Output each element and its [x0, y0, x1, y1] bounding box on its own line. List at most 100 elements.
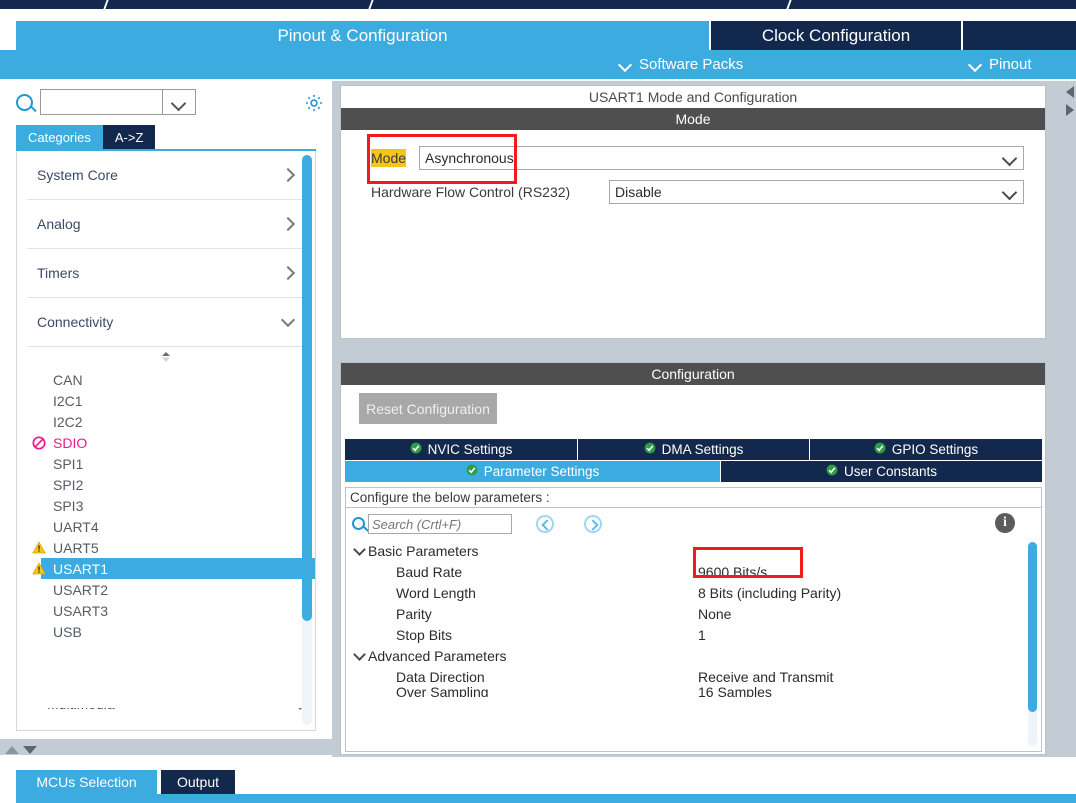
param-parity-name: Parity: [396, 605, 432, 622]
pinout-menu[interactable]: Pinout: [970, 56, 1032, 73]
category-system-core-label: System Core: [37, 167, 118, 183]
cubemx-window: Pinout & Configuration Clock Configurati…: [0, 0, 1076, 803]
tab-output[interactable]: Output: [161, 770, 235, 794]
peripheral-uart5[interactable]: UART5: [17, 537, 315, 558]
sort-updown-icon[interactable]: [17, 347, 315, 367]
param-data-direction-value: Receive and Transmit: [698, 668, 834, 685]
blocked-icon: [31, 435, 47, 451]
collapse-up-icon[interactable]: [4, 742, 20, 760]
configure-parameters-message: Configure the below parameters :: [345, 487, 1042, 508]
peripheral-spi1[interactable]: SPI1: [17, 453, 315, 474]
peripheral-can[interactable]: CAN: [17, 369, 315, 390]
peripheral-uart4[interactable]: UART4: [17, 516, 315, 537]
circle-right-arrow-icon[interactable]: [584, 515, 602, 533]
parameter-search-input[interactable]: [368, 514, 512, 534]
sub-toolbar: Software Packs Pinout: [0, 50, 1076, 79]
category-connectivity[interactable]: Connectivity: [27, 298, 305, 347]
tab-parameter-settings-label: Parameter Settings: [483, 464, 600, 479]
expand-down-icon[interactable]: [22, 742, 38, 760]
panel-resize-bar[interactable]: [0, 739, 332, 755]
parameters-area: i Basic Parameters Baud Rate 9600 Bits/s…: [345, 508, 1042, 752]
category-search-row: [0, 89, 332, 119]
info-icon[interactable]: i: [995, 513, 1015, 533]
param-parity-value: None: [698, 605, 732, 622]
tab-nvic-settings[interactable]: NVIC Settings: [345, 439, 577, 460]
tab-categories[interactable]: Categories: [16, 125, 103, 149]
check-circle-icon: [466, 464, 478, 479]
hardware-flow-control-select[interactable]: Disable: [609, 180, 1024, 204]
group-advanced-parameters[interactable]: Advanced Parameters: [346, 645, 1041, 666]
chevron-down-icon: [354, 651, 368, 661]
category-search-dropdown-button[interactable]: [163, 89, 196, 115]
peripheral-spi2[interactable]: SPI2: [17, 474, 315, 495]
peripheral-spi3[interactable]: SPI3: [17, 495, 315, 516]
peripheral-i2c2[interactable]: I2C2: [17, 411, 315, 432]
parameters-scrollbar[interactable]: [1028, 542, 1037, 746]
configuration-tabs-row-1: NVIC Settings DMA Settings GPIO Settings: [345, 439, 1042, 460]
peripheral-i2c1[interactable]: I2C1: [17, 390, 315, 411]
peripheral-usart2[interactable]: USART2: [17, 579, 315, 600]
category-connectivity-label: Connectivity: [37, 314, 114, 330]
mode-select-value: Asynchronous: [425, 150, 514, 166]
expand-right-icon[interactable]: [1065, 103, 1075, 122]
tab-a-to-z[interactable]: A->Z: [102, 125, 156, 149]
collapse-left-icon[interactable]: [1065, 85, 1075, 104]
param-row-parity[interactable]: Parity None: [346, 603, 1041, 624]
peripheral-sdio[interactable]: SDIO: [17, 432, 315, 453]
scrollbar-thumb[interactable]: [302, 155, 312, 621]
peripheral-usart3[interactable]: USART3: [17, 600, 315, 621]
param-row-stop-bits[interactable]: Stop Bits 1: [346, 624, 1041, 645]
category-analog[interactable]: Analog: [27, 200, 305, 249]
category-tree-scrollbar[interactable]: [302, 155, 312, 725]
param-row-over-sampling[interactable]: Over Sampling 16 Samples: [346, 687, 1041, 697]
right-splitter[interactable]: [1064, 81, 1076, 757]
software-packs-label: Software Packs: [639, 56, 744, 73]
peripheral-usart2-label: USART2: [53, 581, 108, 598]
tab-dma-settings[interactable]: DMA Settings: [578, 439, 809, 460]
param-baud-rate-value: 9600 Bits/s: [698, 563, 768, 580]
tab-user-constants[interactable]: User Constants: [721, 461, 1042, 482]
search-icon: [352, 517, 365, 530]
category-tree: System Core Analog Timers Connectivity C…: [16, 151, 316, 731]
scrollbar-thumb[interactable]: [1028, 542, 1037, 712]
category-system-core[interactable]: System Core: [27, 151, 305, 200]
reset-configuration-button[interactable]: Reset Configuration: [359, 393, 497, 424]
tab-categories-label: Categories: [28, 129, 91, 145]
peripheral-usart1[interactable]: USART1: [32, 558, 315, 579]
mode-select[interactable]: Asynchronous: [419, 146, 1024, 170]
bottom-tab-bar: MCUs Selection Output: [0, 770, 1076, 794]
category-search-input[interactable]: [40, 89, 163, 115]
circle-left-arrow-icon[interactable]: [536, 515, 554, 533]
category-multimedia[interactable]: Multimedia: [37, 708, 315, 730]
param-row-word-length[interactable]: Word Length 8 Bits (including Parity): [346, 582, 1041, 603]
peripheral-usb-label: USB: [53, 623, 82, 640]
param-row-data-direction[interactable]: Data Direction Receive and Transmit: [346, 666, 1041, 687]
peripheral-sdio-label: SDIO: [53, 434, 88, 451]
peripheral-spi3-label: SPI3: [53, 497, 84, 514]
main-tab-bar: Pinout & Configuration Clock Configurati…: [0, 11, 1076, 51]
categories-panel: Categories A->Z System Core Analog Timer…: [0, 81, 332, 757]
param-stop-bits-name: Stop Bits: [396, 626, 453, 643]
tab-extra[interactable]: [963, 21, 1076, 51]
param-row-baud-rate[interactable]: Baud Rate 9600 Bits/s: [346, 561, 1041, 582]
configuration-panel: USART1 Mode and Configuration Mode Mode …: [338, 81, 1066, 757]
group-basic-parameters[interactable]: Basic Parameters: [346, 540, 1041, 561]
configuration-tabs-row-2: Parameter Settings User Constants: [345, 461, 1042, 482]
configuration-section-title: Configuration: [341, 363, 1045, 385]
software-packs-menu[interactable]: Software Packs: [620, 56, 743, 73]
warning-icon: [31, 561, 47, 577]
tab-mcus-selection[interactable]: MCUs Selection: [16, 770, 157, 794]
tab-gpio-settings[interactable]: GPIO Settings: [810, 439, 1042, 460]
bottom-strip-gap: [0, 794, 16, 803]
tab-clock-configuration[interactable]: Clock Configuration: [711, 21, 961, 51]
gear-icon[interactable]: [303, 92, 325, 119]
tab-pinout-configuration[interactable]: Pinout & Configuration: [16, 21, 709, 51]
peripheral-uart5-label: UART5: [53, 539, 99, 556]
bottom-accent-strip: [0, 794, 1076, 803]
peripheral-spi2-label: SPI2: [53, 476, 84, 493]
hardware-flow-control-label: Hardware Flow Control (RS232): [371, 184, 571, 200]
category-timers[interactable]: Timers: [27, 249, 305, 298]
tab-output-label: Output: [176, 774, 220, 790]
peripheral-usb[interactable]: USB: [17, 621, 315, 642]
tab-parameter-settings[interactable]: Parameter Settings: [345, 461, 720, 482]
